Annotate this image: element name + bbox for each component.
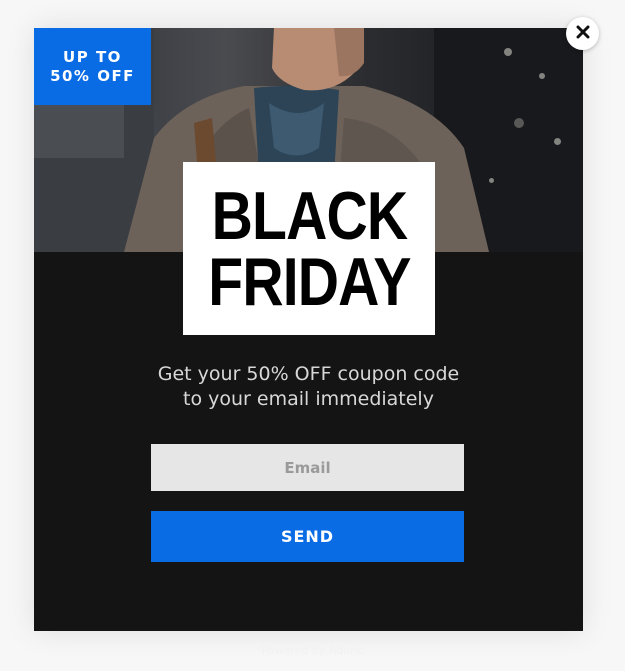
badge-line-1: UP TO bbox=[63, 47, 122, 66]
headline-box: BLACK FRIDAY bbox=[183, 162, 435, 335]
close-icon bbox=[576, 24, 590, 43]
offer-subtitle: Get your 50% OFF coupon code to your ema… bbox=[34, 362, 583, 412]
close-button[interactable] bbox=[566, 17, 599, 50]
subtitle-line-2: to your email immediately bbox=[183, 388, 434, 410]
subtitle-line-1: Get your 50% OFF coupon code bbox=[157, 363, 460, 385]
send-button[interactable]: SEND bbox=[151, 511, 464, 562]
discount-badge: UP TO 50% OFF bbox=[34, 28, 151, 105]
popup-modal: UP TO 50% OFF BLACK FRIDAY Get your 50% … bbox=[34, 28, 583, 631]
email-field[interactable] bbox=[151, 444, 464, 491]
headline-line-2: FRIDAY bbox=[207, 243, 411, 320]
powered-by-text[interactable]: Powered by Adoric bbox=[0, 644, 625, 657]
headline-line-1: BLACK bbox=[211, 177, 408, 254]
badge-line-2: 50% OFF bbox=[50, 66, 135, 85]
